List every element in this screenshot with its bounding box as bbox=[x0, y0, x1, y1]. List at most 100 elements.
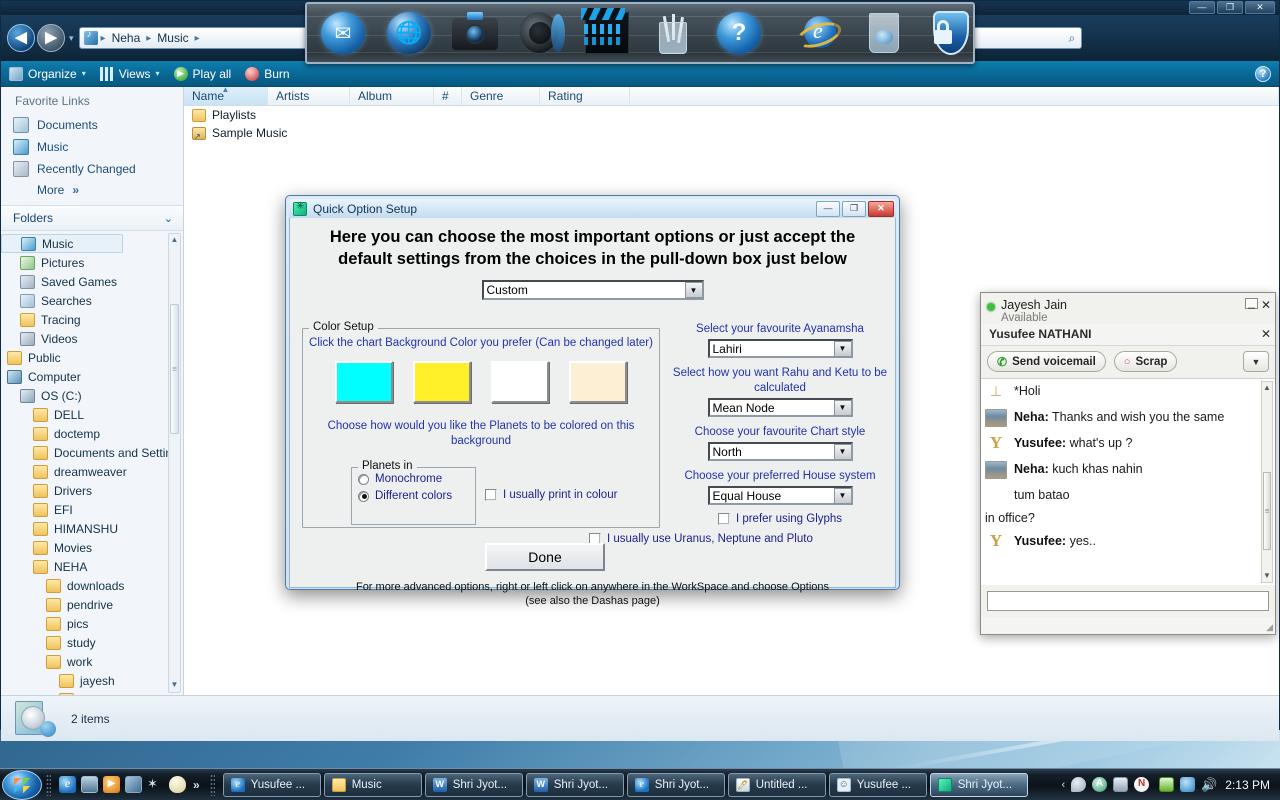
taskbar-button[interactable]: W Shri Jyot... bbox=[424, 772, 523, 797]
taskbar-button[interactable]: Shri Jyot... bbox=[929, 772, 1028, 797]
color-swatch-cyan[interactable] bbox=[335, 361, 393, 403]
sidebar-item-music[interactable]: Music bbox=[1, 136, 183, 158]
breadcrumb-neha[interactable]: Neha bbox=[109, 30, 144, 46]
more-actions-button[interactable]: ▼ bbox=[1243, 351, 1269, 372]
tree-item-work[interactable]: work bbox=[1, 652, 183, 671]
camera-icon[interactable] bbox=[449, 8, 501, 58]
close-button[interactable]: ✕ bbox=[1245, 1, 1275, 14]
scroll-down-icon[interactable]: ▼ bbox=[1262, 570, 1272, 582]
tree-item-music[interactable]: Music bbox=[1, 234, 123, 253]
scroll-up-icon[interactable]: ▲ bbox=[169, 234, 180, 247]
column-header-rating[interactable]: Rating bbox=[540, 87, 630, 105]
organize-button[interactable]: Organize ▾ bbox=[9, 66, 86, 81]
column-header-genre[interactable]: Genre bbox=[462, 87, 540, 105]
sidebar-item-recently-changed[interactable]: Recently Changed bbox=[1, 158, 183, 180]
tree-item-review[interactable]: review bbox=[1, 690, 183, 695]
dialog-close-button[interactable]: ✕ bbox=[868, 200, 894, 217]
help-icon[interactable]: ? bbox=[1255, 65, 1271, 82]
taskbar-button[interactable]: e Yusufee ... bbox=[222, 772, 321, 797]
network-icon[interactable] bbox=[1180, 777, 1196, 792]
recent-locations-icon[interactable]: ▾ bbox=[69, 33, 74, 44]
sidebar-item-more[interactable]: More » bbox=[1, 180, 183, 200]
scroll-up-icon[interactable]: ▲ bbox=[1262, 382, 1272, 394]
message-input[interactable] bbox=[987, 591, 1269, 611]
tree-item-saved-games[interactable]: Saved Games bbox=[1, 272, 183, 291]
conversation-tab[interactable]: Yusufee NATHANI ✕ bbox=[981, 324, 1275, 346]
tree-item-himanshu[interactable]: HIMANSHU bbox=[1, 519, 183, 538]
clock[interactable]: 2:13 PM bbox=[1225, 778, 1270, 792]
avast-icon[interactable]: A bbox=[1092, 777, 1108, 792]
folders-header[interactable]: Folders ⌄ bbox=[1, 205, 183, 231]
checkbox-print-in-colour[interactable]: I usually print in colour bbox=[485, 489, 617, 501]
column-header--[interactable]: # bbox=[434, 87, 462, 105]
tree-item-os-c-[interactable]: OS (C:) bbox=[1, 386, 183, 405]
dialog-maximize-button[interactable]: ❐ bbox=[842, 200, 866, 217]
quick-launch-more-icon[interactable]: » bbox=[193, 778, 200, 792]
speech-bubble-icon[interactable] bbox=[1071, 777, 1087, 792]
chevron-down-icon[interactable]: ▼ bbox=[684, 282, 702, 298]
tree-item-videos[interactable]: Videos bbox=[1, 329, 183, 348]
help-icon[interactable]: ? bbox=[713, 8, 765, 58]
tree-item-searches[interactable]: Searches bbox=[1, 291, 183, 310]
movie-clapper-icon[interactable] bbox=[581, 8, 633, 58]
chevron-down-icon[interactable]: ▼ bbox=[833, 340, 851, 357]
tree-item-doctemp[interactable]: doctemp bbox=[1, 424, 183, 443]
conversation-scrollbar[interactable]: ▲ ≡ ▼ bbox=[1261, 381, 1273, 583]
dialog-minimize-button[interactable]: — bbox=[816, 200, 840, 217]
task-band-grip[interactable] bbox=[209, 773, 215, 796]
tree-item-documents-and-settin[interactable]: Documents and Settin bbox=[1, 443, 183, 462]
start-button[interactable] bbox=[2, 769, 42, 800]
chevron-down-icon[interactable]: ▼ bbox=[833, 487, 851, 504]
radio-button-selected[interactable] bbox=[358, 490, 369, 502]
tree-item-pendrive[interactable]: pendrive bbox=[1, 595, 183, 614]
column-header-album[interactable]: Album bbox=[350, 87, 434, 105]
tree-item-pictures[interactable]: Pictures bbox=[1, 253, 183, 272]
tree-item-downloads[interactable]: downloads bbox=[1, 576, 183, 595]
close-tab-icon[interactable]: ✕ bbox=[1261, 327, 1271, 341]
folder-tree[interactable]: Music Pictures Saved Games Searches Tracing V… bbox=[1, 231, 183, 695]
breadcrumb-music[interactable]: Music bbox=[154, 30, 191, 46]
quick-launch-grip[interactable] bbox=[46, 773, 51, 796]
volume-icon[interactable]: 🔊 bbox=[1201, 777, 1217, 793]
maximize-button[interactable]: ❐ bbox=[1217, 1, 1243, 14]
send-voicemail-button[interactable]: ✆ Send voicemail bbox=[987, 351, 1106, 372]
tree-item-tracing[interactable]: Tracing bbox=[1, 310, 183, 329]
tree-item-neha[interactable]: NEHA bbox=[1, 557, 183, 576]
taskbar-button[interactable]: W Shri Jyot... bbox=[525, 772, 624, 797]
checkbox[interactable] bbox=[485, 489, 497, 501]
dialog-titlebar[interactable]: Quick Option Setup — ❐ ✕ bbox=[289, 199, 896, 218]
scroll-down-icon[interactable]: ▼ bbox=[169, 679, 180, 692]
done-button[interactable]: Done bbox=[485, 543, 605, 571]
chevron-down-icon[interactable]: ▼ bbox=[833, 443, 851, 460]
tree-item-pics[interactable]: pics bbox=[1, 614, 183, 633]
tree-item-drivers[interactable]: Drivers bbox=[1, 481, 183, 500]
show-desktop-icon[interactable] bbox=[81, 776, 98, 793]
scrollbar-thumb[interactable]: ≡ bbox=[170, 304, 179, 434]
recycle-bin-icon[interactable] bbox=[859, 8, 911, 58]
column-header-name[interactable]: Name ▲ bbox=[184, 85, 268, 105]
chart-style-combobox[interactable]: North ▼ bbox=[707, 442, 853, 461]
folder-tree-scrollbar[interactable]: ▲ ≡ ▼ bbox=[168, 233, 181, 693]
tree-item-computer[interactable]: Computer bbox=[1, 367, 183, 386]
resize-grip-icon[interactable]: ◢ bbox=[1266, 622, 1273, 633]
windows-media-player-icon[interactable]: ▶ bbox=[103, 776, 120, 793]
taskbar-button[interactable]: ☺ Yusufee ... bbox=[828, 772, 927, 797]
forward-button[interactable]: ▶ bbox=[37, 24, 65, 52]
show-hidden-icons-icon[interactable]: ‹ bbox=[1061, 779, 1065, 791]
switch-window-icon[interactable] bbox=[125, 776, 142, 793]
sidebar-item-documents[interactable]: Documents bbox=[1, 114, 183, 136]
views-button[interactable]: Views ▾ bbox=[99, 66, 160, 81]
tree-item-jayesh[interactable]: jayesh bbox=[1, 671, 183, 690]
checkbox-prefer-glyphs[interactable]: I prefer using Glyphs bbox=[668, 513, 892, 525]
speaker-icon[interactable] bbox=[515, 8, 567, 58]
minimize-button[interactable]: — bbox=[1189, 1, 1215, 14]
tree-item-dell[interactable]: DELL bbox=[1, 405, 183, 424]
radio-button[interactable] bbox=[358, 473, 369, 485]
minimize-button[interactable]: _ bbox=[1244, 296, 1258, 309]
tree-item-efi[interactable]: EFI bbox=[1, 500, 183, 519]
radio-different-colors[interactable]: Different colors bbox=[352, 485, 475, 502]
egg-icon[interactable] bbox=[169, 776, 186, 793]
column-header-artists[interactable]: Artists bbox=[268, 87, 350, 105]
star-icon[interactable]: ✶ bbox=[147, 776, 164, 793]
file-row[interactable]: Sample Music bbox=[184, 124, 1279, 142]
